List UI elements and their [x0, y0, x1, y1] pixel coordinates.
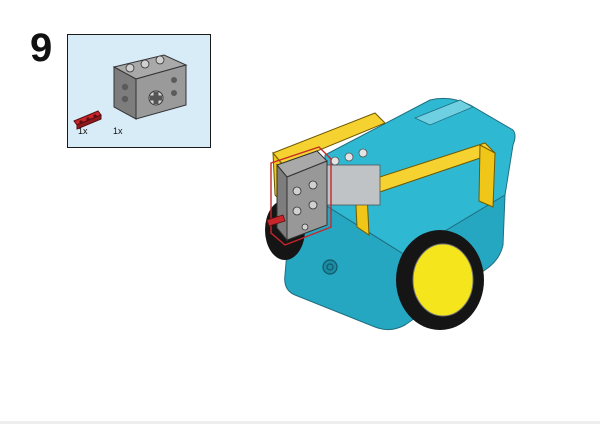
- parts-callout: 1x 1x: [67, 34, 211, 148]
- motor-qty: 1x: [113, 126, 123, 136]
- step-number: 9: [30, 26, 53, 70]
- axle-connector-qty: 1x: [78, 126, 88, 136]
- front-wheel: [396, 230, 484, 330]
- instruction-page: 9 1x 1x: [0, 0, 600, 424]
- motor-part: [112, 54, 188, 120]
- robot-model-illustration: [265, 97, 516, 331]
- parts-illustration: [73, 54, 188, 130]
